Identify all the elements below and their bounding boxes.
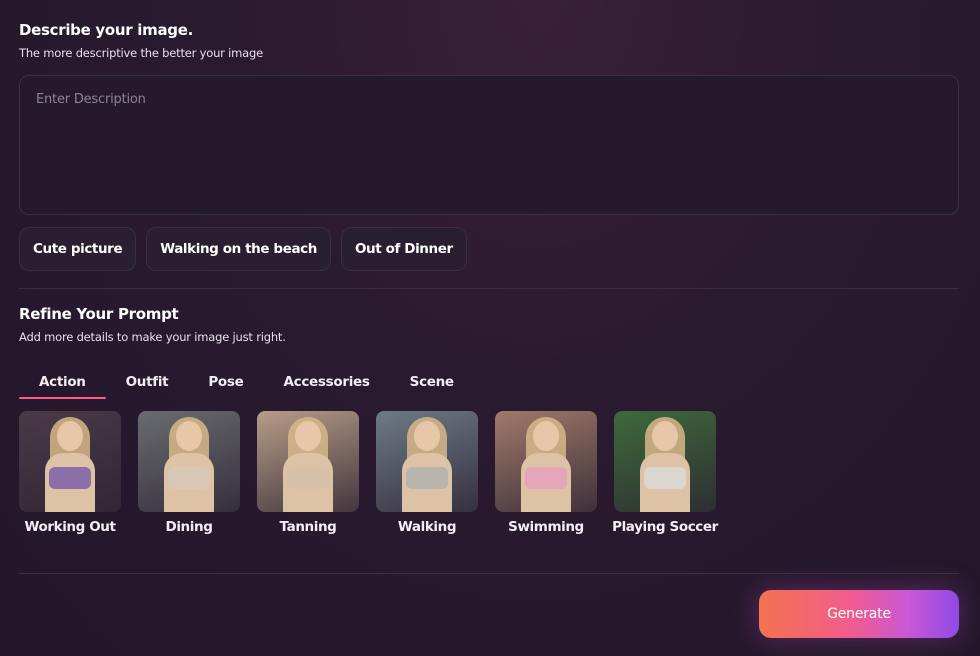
divider xyxy=(19,573,959,574)
tab-accessories[interactable]: Accessories xyxy=(264,364,390,399)
refine-subtitle: Add more details to make your image just… xyxy=(19,330,286,344)
describe-title: Describe your image. xyxy=(19,21,194,39)
option-label: Swimming xyxy=(508,519,584,535)
option-label: Dining xyxy=(165,519,213,535)
tab-scene[interactable]: Scene xyxy=(390,364,474,399)
option-card-dining[interactable]: Dining xyxy=(138,411,240,535)
option-thumbnail[interactable] xyxy=(495,411,597,512)
person-head-shape xyxy=(652,421,678,451)
option-label: Tanning xyxy=(279,519,337,535)
option-card-working-out[interactable]: Working Out xyxy=(19,411,121,535)
person-head-shape xyxy=(414,421,440,451)
divider xyxy=(19,288,959,289)
prompt-suggestions: Cute picture Walking on the beach Out of… xyxy=(19,227,467,271)
person-head-shape xyxy=(57,421,83,451)
option-card-tanning[interactable]: Tanning xyxy=(257,411,359,535)
option-thumbnail[interactable] xyxy=(376,411,478,512)
person-clothing-shape xyxy=(168,467,210,489)
option-card-walking[interactable]: Walking xyxy=(376,411,478,535)
suggestion-chip-out-of-dinner[interactable]: Out of Dinner xyxy=(340,227,467,271)
description-box[interactable] xyxy=(19,75,959,215)
person-clothing-shape xyxy=(644,467,686,489)
refine-title: Refine Your Prompt xyxy=(19,305,179,323)
refine-tabs: Action Outfit Pose Accessories Scene xyxy=(19,364,474,399)
person-clothing-shape xyxy=(406,467,448,489)
person-head-shape xyxy=(533,421,559,451)
describe-subtitle: The more descriptive the better your ima… xyxy=(19,46,263,60)
option-thumbnail[interactable] xyxy=(614,411,716,512)
suggestion-chip-cute-picture[interactable]: Cute picture xyxy=(19,227,137,271)
tab-action[interactable]: Action xyxy=(19,364,106,399)
description-input[interactable] xyxy=(20,76,958,214)
option-thumbnail[interactable] xyxy=(138,411,240,512)
option-card-swimming[interactable]: Swimming xyxy=(495,411,597,535)
option-label: Working Out xyxy=(24,519,116,535)
generate-button[interactable]: Generate xyxy=(759,590,959,638)
option-grid: Working Out Dining Tanning Walking Swimm… xyxy=(19,411,718,535)
option-label: Playing Soccer xyxy=(612,519,718,535)
option-thumbnail[interactable] xyxy=(257,411,359,512)
person-clothing-shape xyxy=(287,467,329,489)
tab-pose[interactable]: Pose xyxy=(188,364,263,399)
person-head-shape xyxy=(176,421,202,451)
person-clothing-shape xyxy=(525,467,567,489)
option-thumbnail[interactable] xyxy=(19,411,121,512)
option-card-playing-soccer[interactable]: Playing Soccer xyxy=(612,411,718,535)
option-label: Walking xyxy=(397,519,457,535)
tab-outfit[interactable]: Outfit xyxy=(106,364,189,399)
person-clothing-shape xyxy=(49,467,91,489)
suggestion-chip-walking-beach[interactable]: Walking on the beach xyxy=(146,227,331,271)
person-head-shape xyxy=(295,421,321,451)
